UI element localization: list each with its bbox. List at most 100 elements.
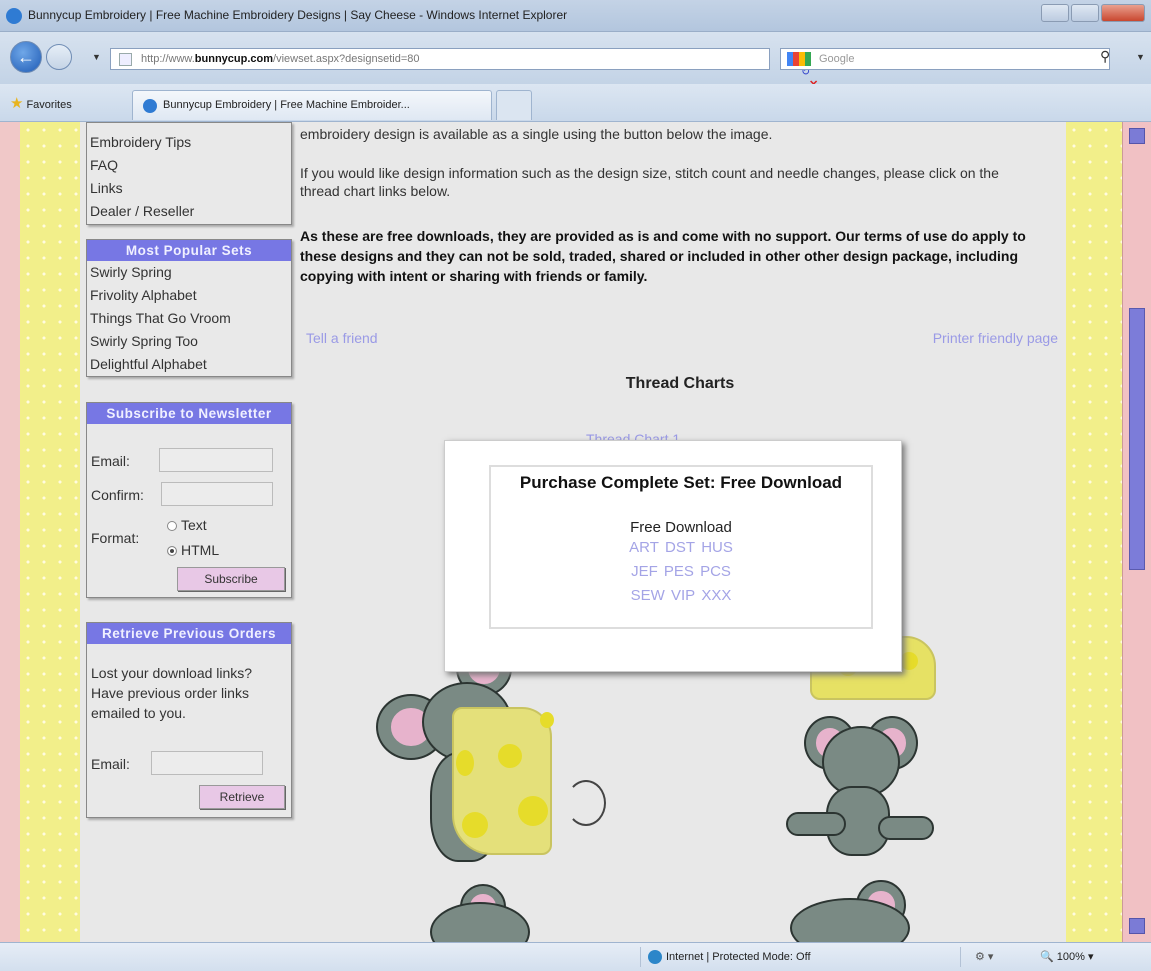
printer-friendly-link[interactable]: Printer friendly page: [933, 330, 1058, 346]
popular-item[interactable]: Frivolity Alphabet: [87, 284, 291, 307]
subscribe-button[interactable]: Subscribe: [177, 567, 285, 591]
format-link-jef[interactable]: JEF: [631, 563, 658, 580]
cheese-hole: [498, 744, 522, 768]
popup-subtitle: Free Download: [630, 519, 732, 536]
dotted-stripe-right: [1066, 122, 1122, 942]
scroll-thumb[interactable]: [1129, 308, 1145, 570]
status-bar: Internet | Protected Mode: Off ⚙ ▾ 🔍 100…: [0, 942, 1151, 971]
format-link-xxx[interactable]: XXX: [701, 587, 731, 604]
newsletter-heading: Subscribe to Newsletter: [87, 403, 291, 424]
retrieve-heading: Retrieve Previous Orders: [87, 623, 291, 644]
retrieve-orders-box: Retrieve Previous Orders Lost your downl…: [86, 622, 292, 818]
popular-item[interactable]: Delightful Alphabet: [87, 353, 291, 376]
format-link-hus[interactable]: HUS: [701, 539, 733, 556]
format-link-pes[interactable]: PES: [664, 563, 694, 580]
browser-tab[interactable]: Bunnycup Embroidery | Free Machine Embro…: [132, 90, 492, 120]
sidebar-link-faq[interactable]: FAQ: [87, 154, 291, 177]
most-popular-box: Most Popular Sets Swirly Spring Frivolit…: [86, 239, 292, 377]
search-box[interactable]: Google: [780, 48, 1110, 70]
dotted-stripe-left: [20, 122, 80, 942]
security-settings-icon[interactable]: ⚙ ▾: [975, 950, 993, 963]
format-link-dst[interactable]: DST: [665, 539, 695, 556]
url-prefix: http://www.: [141, 53, 195, 65]
new-tab-button[interactable]: [496, 90, 532, 120]
url-rest: /viewset.aspx?designsetid=80: [273, 53, 420, 65]
retrieve-button[interactable]: Retrieve: [199, 785, 285, 809]
newsletter-confirm-label: Confirm:: [91, 487, 144, 503]
sidebar-link-links[interactable]: Links: [87, 177, 291, 200]
zoom-control[interactable]: 🔍 100% ▾: [1040, 950, 1093, 963]
cheese-hole: [540, 712, 554, 728]
radio-text[interactable]: [167, 521, 177, 532]
favorites-bar: ★ Favorites Bunnycup Embroidery | Free Ma…: [0, 84, 1151, 122]
minimize-button[interactable]: [1041, 4, 1069, 22]
most-popular-heading: Most Popular Sets: [87, 240, 291, 261]
retrieve-description: Lost your download links? Have previous …: [91, 665, 253, 721]
window-titlebar: Bunnycup Embroidery | Free Machine Embro…: [0, 0, 1151, 32]
back-button[interactable]: ←: [10, 41, 42, 73]
popular-item[interactable]: Swirly Spring Too: [87, 330, 291, 353]
forward-button[interactable]: [46, 44, 72, 70]
status-divider: [640, 947, 641, 967]
cheese-hole: [518, 796, 548, 826]
sidebar-link-dealer[interactable]: Dealer / Reseller: [87, 200, 291, 223]
ie-logo-icon: [6, 8, 22, 24]
address-bar[interactable]: http://www.bunnycup.com/viewset.aspx?des…: [110, 48, 818, 91]
newsletter-box: Subscribe to Newsletter Email: Confirm: …: [86, 402, 292, 598]
zoom-level: 100%: [1056, 951, 1085, 963]
intro-text: embroidery design is available as a sing…: [300, 126, 773, 142]
window-controls: [1041, 4, 1145, 22]
newsletter-email-label: Email:: [91, 453, 130, 469]
globe-icon: [648, 950, 662, 964]
format-option-html[interactable]: HTML: [167, 542, 219, 558]
retrieve-email-input[interactable]: [151, 751, 263, 775]
ie-tab-icon: [143, 99, 157, 113]
retrieve-email-label: Email:: [91, 756, 130, 772]
purchase-popup-panel: Purchase Complete Set: Free Download Fre…: [489, 465, 873, 629]
search-icon[interactable]: ⚲: [1100, 48, 1110, 65]
format-link-sew[interactable]: SEW: [631, 587, 665, 604]
history-dropdown-icon[interactable]: ▼: [92, 52, 101, 62]
pink-border: [0, 122, 20, 942]
format-option-text[interactable]: Text: [167, 517, 207, 533]
tab-label: Bunnycup Embroidery | Free Machine Embro…: [163, 99, 410, 111]
url-domain: bunnycup.com: [194, 53, 274, 65]
page-viewport: Embroidery Tips FAQ Links Dealer / Resel…: [0, 122, 1151, 942]
cheese-hole: [900, 652, 918, 670]
mouse-leg: [786, 812, 846, 836]
mouse-leg: [878, 816, 934, 840]
security-zone[interactable]: Internet | Protected Mode: Off: [648, 950, 811, 964]
sidebar-link-embroidery-tips[interactable]: Embroidery Tips: [87, 131, 291, 154]
page-icon: [119, 53, 132, 66]
sidebar-nav-box: Embroidery Tips FAQ Links Dealer / Resel…: [86, 122, 292, 225]
favorites-label: Favorites: [26, 99, 72, 111]
design-info-text: If you would like design information suc…: [300, 165, 999, 199]
star-icon: ★: [10, 95, 24, 112]
window-title: Bunnycup Embroidery | Free Machine Embro…: [28, 8, 568, 22]
scroll-down-button[interactable]: [1129, 918, 1145, 934]
format-link-pcs[interactable]: PCS: [700, 563, 731, 580]
tell-a-friend-link[interactable]: Tell a friend: [306, 330, 378, 346]
newsletter-email-input[interactable]: [159, 448, 273, 472]
format-link-vip[interactable]: VIP: [671, 587, 695, 604]
scroll-up-button[interactable]: [1129, 128, 1145, 144]
close-window-button[interactable]: [1101, 4, 1145, 22]
format-row: ART DST HUS: [491, 536, 871, 560]
vertical-scrollbar[interactable]: [1122, 122, 1151, 942]
popup-title: Purchase Complete Set: Free Download: [519, 473, 843, 492]
format-html-label: HTML: [181, 542, 220, 558]
favorites-button[interactable]: ★ Favorites: [10, 94, 72, 112]
terms-text: As these are free downloads, they are pr…: [300, 228, 1026, 284]
format-row: SEW VIP XXX: [491, 584, 871, 608]
navigation-bar: ← ▼ http://www.bunnycup.com/viewset.aspx…: [0, 32, 1151, 91]
newsletter-confirm-input[interactable]: [161, 482, 273, 506]
maximize-button[interactable]: [1071, 4, 1099, 22]
search-dropdown-icon[interactable]: ▼: [1136, 52, 1145, 62]
popular-item[interactable]: Things That Go Vroom: [87, 307, 291, 330]
format-row: JEF PES PCS: [491, 560, 871, 584]
search-placeholder: Google: [819, 53, 855, 65]
popular-item[interactable]: Swirly Spring: [87, 261, 291, 284]
newsletter-format-label: Format:: [91, 530, 140, 546]
radio-html[interactable]: [167, 546, 177, 557]
format-link-art[interactable]: ART: [629, 539, 659, 556]
